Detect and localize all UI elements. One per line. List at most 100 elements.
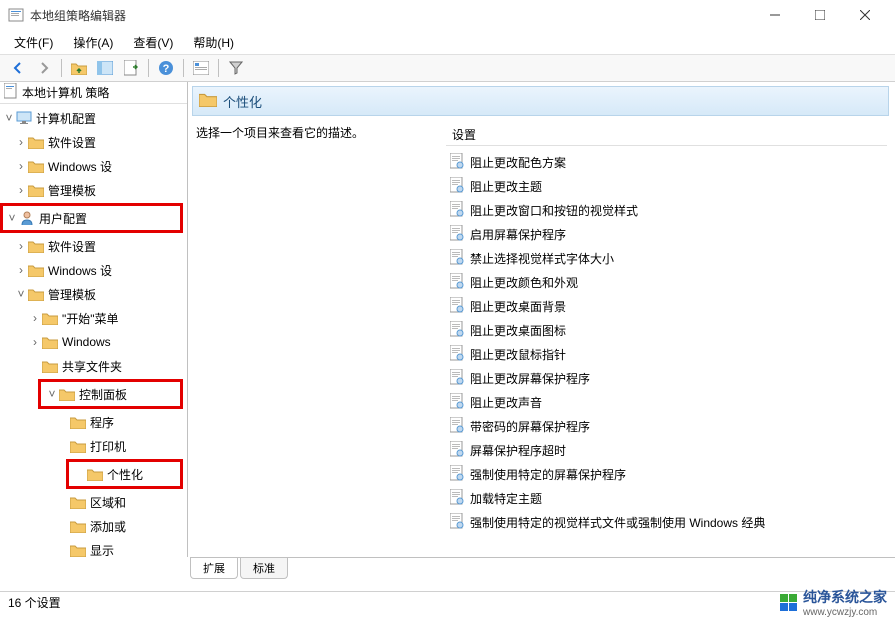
tree-node-programs[interactable]: 程序: [0, 410, 187, 434]
list-item[interactable]: 带密码的屏幕保护程序: [446, 414, 887, 438]
column-header-setting[interactable]: 设置: [446, 124, 887, 146]
list-item[interactable]: 阻止更改颜色和外观: [446, 270, 887, 294]
tree-node-control-panel[interactable]: ˅ 控制面板: [41, 382, 180, 406]
tree-label: Windows 设: [48, 158, 112, 175]
svg-text:?: ?: [163, 63, 170, 75]
tree-node-start-menu[interactable]: › "开始"菜单: [0, 306, 187, 330]
setting-icon: [450, 513, 464, 532]
expand-icon[interactable]: ›: [14, 183, 28, 197]
tree-label: 软件设置: [48, 134, 96, 151]
expand-icon[interactable]: ›: [28, 335, 42, 349]
list-item[interactable]: 阻止更改屏幕保护程序: [446, 366, 887, 390]
tree-node-regional[interactable]: 区域和: [0, 490, 187, 514]
export-button[interactable]: [119, 57, 143, 79]
menu-view[interactable]: 查看(V): [123, 31, 183, 54]
tree-node-software[interactable]: › 软件设置: [0, 234, 187, 258]
list-item[interactable]: 加载特定主题: [446, 486, 887, 510]
collapse-icon[interactable]: ˅: [5, 211, 19, 225]
menu-file[interactable]: 文件(F): [4, 31, 63, 54]
folder-icon: [42, 360, 58, 373]
collapse-icon[interactable]: ˅: [45, 387, 59, 401]
list-item[interactable]: 屏幕保护程序超时: [446, 438, 887, 462]
expand-icon[interactable]: ›: [14, 239, 28, 253]
collapse-icon[interactable]: ˅: [14, 287, 28, 301]
filter-button[interactable]: [224, 57, 248, 79]
list-item[interactable]: 强制使用特定的屏幕保护程序: [446, 462, 887, 486]
tree-root-label: 本地计算机 策略: [22, 84, 109, 101]
status-count: 16 个设置: [8, 594, 61, 611]
description-column: 选择一个项目来查看它的描述。: [196, 124, 446, 557]
list-item[interactable]: 阻止更改配色方案: [446, 150, 887, 174]
menu-help[interactable]: 帮助(H): [183, 31, 244, 54]
list-item-label: 启用屏幕保护程序: [470, 226, 566, 243]
view-tabs: 扩展 标准: [190, 557, 895, 579]
list-item[interactable]: 阻止更改桌面背景: [446, 294, 887, 318]
list-item[interactable]: 强制使用特定的视觉样式文件或强制使用 Windows 经典: [446, 510, 887, 534]
tree-node-add-or[interactable]: 添加或: [0, 514, 187, 538]
menu-bar: 文件(F) 操作(A) 查看(V) 帮助(H): [0, 30, 895, 54]
setting-icon: [450, 465, 464, 484]
tab-standard[interactable]: 标准: [240, 558, 288, 579]
up-button[interactable]: [67, 57, 91, 79]
list-item[interactable]: 启用屏幕保护程序: [446, 222, 887, 246]
list-item[interactable]: 阻止更改桌面图标: [446, 318, 887, 342]
tree-label: Windows: [62, 335, 111, 349]
tree-label: "开始"菜单: [62, 310, 119, 327]
help-button[interactable]: ?: [154, 57, 178, 79]
tree-node-printers[interactable]: 打印机: [0, 434, 187, 458]
tree-node-windows-settings[interactable]: › Windows 设: [0, 258, 187, 282]
minimize-button[interactable]: [752, 1, 797, 29]
folder-icon: [70, 544, 86, 557]
collapse-icon[interactable]: ˅: [2, 111, 16, 125]
content-title: 个性化: [223, 92, 262, 111]
tree-label: 打印机: [90, 438, 126, 455]
properties-button[interactable]: [189, 57, 213, 79]
close-button[interactable]: [842, 1, 887, 29]
tab-extended[interactable]: 扩展: [190, 558, 238, 579]
tree-node-admin-templates[interactable]: ˅ 管理模板: [0, 282, 187, 306]
list-item[interactable]: 禁止选择视觉样式字体大小: [446, 246, 887, 270]
tree-label: 管理模板: [48, 182, 96, 199]
tree-node-user-config[interactable]: ˅ 用户配置: [3, 206, 180, 230]
menu-action[interactable]: 操作(A): [63, 31, 123, 54]
list-item-label: 阻止更改桌面背景: [470, 298, 566, 315]
expand-icon[interactable]: ›: [14, 135, 28, 149]
tree-node-display[interactable]: 显示: [0, 538, 187, 557]
setting-icon: [450, 273, 464, 292]
folder-icon: [70, 440, 86, 453]
back-button[interactable]: [6, 57, 30, 79]
setting-icon: [450, 417, 464, 436]
policy-icon: [4, 83, 18, 102]
status-bar: 16 个设置 纯净系统之家 www.ycwzjy.com: [0, 591, 895, 613]
tree-node-windows-comp[interactable]: › Windows: [0, 330, 187, 354]
tree-node-computer-config[interactable]: ˅ 计算机配置: [0, 106, 187, 130]
setting-icon: [450, 489, 464, 508]
tree-label: 用户配置: [39, 210, 87, 227]
setting-icon: [450, 249, 464, 268]
show-hide-tree-button[interactable]: [93, 57, 117, 79]
folder-icon: [42, 312, 58, 325]
folder-icon: [28, 136, 44, 149]
list-item[interactable]: 阻止更改主题: [446, 174, 887, 198]
tree-label: 添加或: [90, 518, 126, 535]
expand-icon[interactable]: ›: [14, 159, 28, 173]
window-title: 本地组策略编辑器: [30, 7, 752, 24]
tree-label: 区域和: [90, 494, 126, 511]
list-item[interactable]: 阻止更改鼠标指针: [446, 342, 887, 366]
tree-node-personalization[interactable]: 个性化: [69, 462, 180, 486]
folder-icon: [70, 496, 86, 509]
expand-icon[interactable]: ›: [28, 311, 42, 325]
tree-node-windows-settings[interactable]: › Windows 设: [0, 154, 187, 178]
setting-icon: [450, 369, 464, 388]
toolbar-separator: [148, 59, 149, 77]
expand-icon[interactable]: ›: [14, 263, 28, 277]
tree-node-shared-folders[interactable]: 共享文件夹: [0, 354, 187, 378]
tree-node-admin-templates[interactable]: › 管理模板: [0, 178, 187, 202]
list-item[interactable]: 阻止更改声音: [446, 390, 887, 414]
maximize-button[interactable]: [797, 1, 842, 29]
forward-button[interactable]: [32, 57, 56, 79]
list-item[interactable]: 阻止更改窗口和按钮的视觉样式: [446, 198, 887, 222]
tree-label: 共享文件夹: [62, 358, 122, 375]
tree-label: 管理模板: [48, 286, 96, 303]
tree-node-software[interactable]: › 软件设置: [0, 130, 187, 154]
